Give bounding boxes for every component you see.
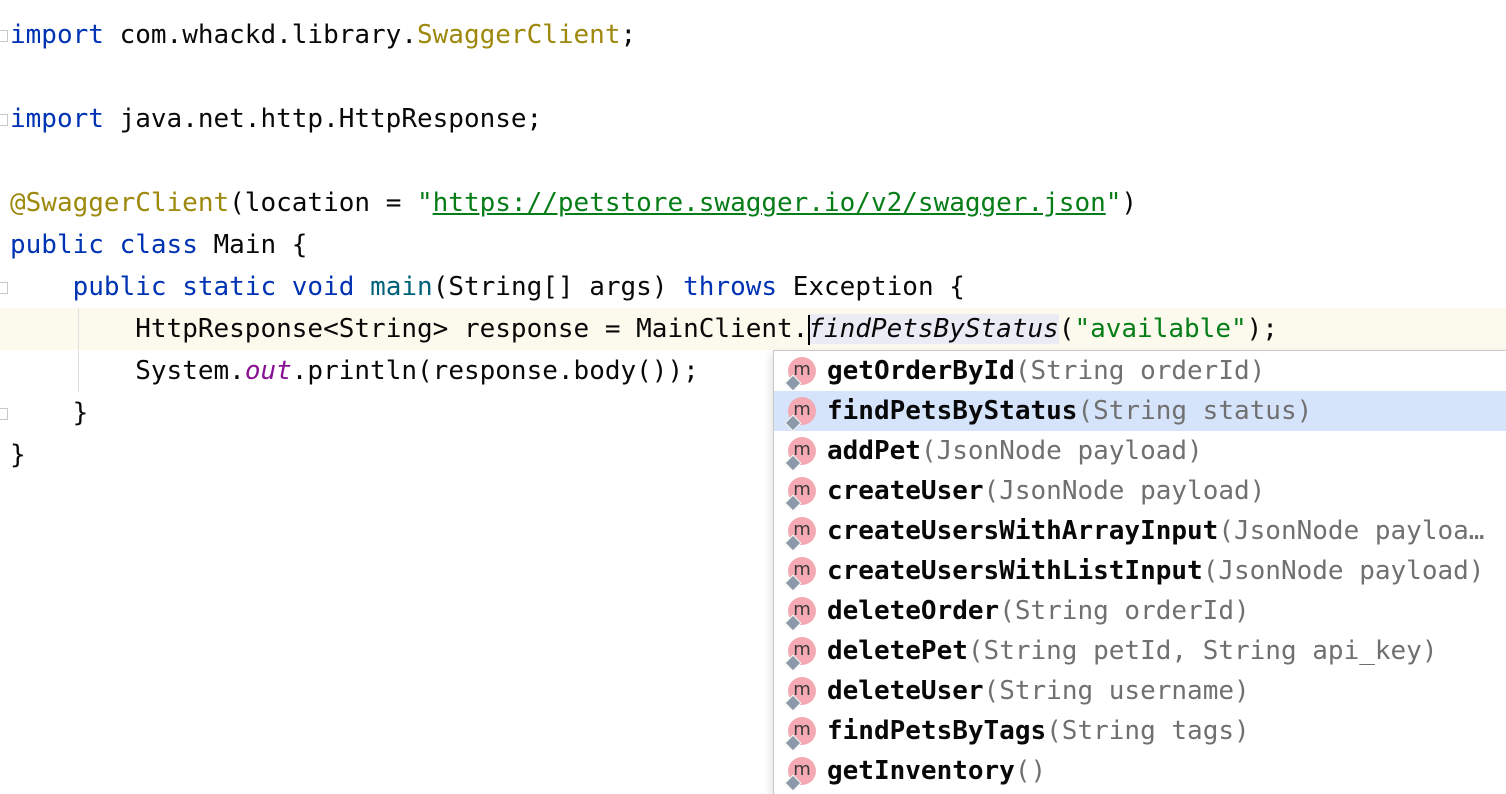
closing-brace: } bbox=[72, 398, 89, 428]
completion-item-signature: (JsonNode payload) bbox=[1202, 556, 1485, 586]
completion-item-name: findPetsByTags bbox=[827, 716, 1047, 746]
fold-marker-icon[interactable] bbox=[0, 282, 8, 294]
method-icon: m bbox=[784, 397, 816, 432]
completion-item[interactable]: m getInventory() bbox=[774, 751, 1506, 792]
completion-item[interactable]: m getOrderById(String orderId) bbox=[774, 351, 1506, 392]
completion-item-name: getInventory bbox=[827, 756, 1015, 786]
completion-item-name: deletePet bbox=[827, 636, 968, 666]
method-name: main bbox=[370, 272, 433, 302]
completion-item[interactable]: m deleteOrder(String orderId) bbox=[774, 591, 1506, 632]
code-line-2[interactable]: import java.net.http.HttpResponse; bbox=[10, 98, 542, 140]
exception-type: Exception { bbox=[777, 272, 965, 302]
closing-brace: } bbox=[10, 440, 26, 470]
keyword: import bbox=[10, 104, 104, 134]
keyword: class bbox=[119, 230, 198, 260]
text-caret bbox=[808, 314, 811, 345]
class-declaration: Main { bbox=[197, 230, 308, 260]
keyword: public bbox=[10, 230, 104, 260]
class-name: SwaggerClient bbox=[417, 20, 621, 50]
code-line-5[interactable]: public static void main(String[] args) t… bbox=[10, 266, 965, 308]
fold-marker-icon[interactable] bbox=[0, 30, 8, 42]
punctuation: ) bbox=[1121, 188, 1138, 218]
completion-item-name: deleteUser bbox=[827, 676, 984, 706]
completion-item-name: findPetsByStatus bbox=[827, 396, 1078, 426]
completion-item-signature: (String username) bbox=[983, 676, 1250, 706]
completion-item[interactable]: m addPet(JsonNode payload) bbox=[774, 431, 1506, 472]
code-line-9[interactable]: } bbox=[10, 434, 26, 476]
code-line-3[interactable]: @SwaggerClient(location = "https://petst… bbox=[10, 182, 1137, 224]
import-path: java.net.http.HttpResponse; bbox=[103, 104, 543, 134]
method-icon: m bbox=[784, 637, 816, 672]
punctuation: ); bbox=[1246, 314, 1278, 344]
completion-item-name: deleteOrder bbox=[827, 596, 1000, 626]
code-line-1[interactable]: import com.whackd.library.SwaggerClient; bbox=[10, 14, 636, 56]
method-icon: m bbox=[784, 357, 816, 392]
method-icon: m bbox=[784, 677, 816, 712]
method-icon: m bbox=[784, 517, 816, 552]
statement-prefix: HttpResponse<String> response = MainClie… bbox=[135, 314, 809, 344]
completion-item-name: getOrderById bbox=[827, 356, 1015, 386]
keyword: throws bbox=[683, 272, 778, 302]
method-icon: m bbox=[784, 557, 816, 592]
string-quote: " bbox=[417, 188, 433, 218]
method-icon: m bbox=[784, 437, 816, 472]
completion-item-signature: (String petId, String api_key) bbox=[967, 636, 1438, 666]
completion-item-selected[interactable]: m findPetsByStatus(String status) bbox=[774, 391, 1506, 432]
url-link[interactable]: https://petstore.swagger.io/v2/swagger.j… bbox=[433, 188, 1106, 218]
punctuation: ( bbox=[1058, 314, 1075, 344]
completion-item[interactable]: m deletePet(String petId, String api_key) bbox=[774, 631, 1506, 672]
static-field: out bbox=[244, 356, 292, 386]
method-icon: m bbox=[784, 597, 816, 632]
method-params: (String[] args) bbox=[432, 272, 684, 302]
method-call: findPetsByStatus bbox=[808, 314, 1059, 344]
string-quote: " bbox=[1105, 188, 1122, 218]
class-ref: System. bbox=[135, 356, 245, 386]
code-line-6[interactable]: HttpResponse<String> response = MainClie… bbox=[10, 308, 1278, 350]
code-line-4[interactable]: public class Main { bbox=[10, 224, 307, 266]
string-literal: "available" bbox=[1074, 314, 1247, 344]
completion-item-name: createUsersWithListInput bbox=[827, 556, 1203, 586]
method-icon: m bbox=[784, 477, 816, 512]
completion-item-name: addPet bbox=[827, 436, 921, 466]
completion-item-signature: () bbox=[1014, 756, 1047, 786]
method-icon: m bbox=[784, 717, 816, 752]
method-call: .println(response.body()); bbox=[291, 356, 699, 386]
annotation: @SwaggerClient bbox=[10, 188, 230, 218]
completion-item-signature: (JsonNode payload) bbox=[920, 436, 1203, 466]
completion-item-signature: (String orderId) bbox=[1014, 356, 1266, 386]
keyword: void bbox=[291, 272, 355, 302]
completion-item-signature: (String status) bbox=[1077, 396, 1313, 426]
annotation-args: (location = bbox=[229, 188, 417, 218]
completion-item-signature: (JsonNode payloa… bbox=[1218, 516, 1485, 546]
completion-item-name: createUsersWithArrayInput bbox=[827, 516, 1219, 546]
method-icon: m bbox=[784, 757, 816, 792]
completion-item[interactable]: m findPetsByTags(String tags) bbox=[774, 711, 1506, 752]
completion-item-name: createUser bbox=[827, 476, 984, 506]
completion-item[interactable]: m createUsersWithListInput(JsonNode paylo… bbox=[774, 551, 1506, 592]
code-line-7[interactable]: System.out.println(response.body()); bbox=[10, 350, 699, 392]
completion-item-signature: (String tags) bbox=[1046, 716, 1250, 746]
package-path: com.whackd.library. bbox=[103, 20, 417, 50]
completion-item[interactable]: m createUser(JsonNode payload) bbox=[774, 471, 1506, 512]
keyword: public bbox=[72, 272, 167, 302]
completion-popup[interactable]: m getOrderById(String orderId) m findPetsB… bbox=[773, 350, 1506, 794]
keyword: static bbox=[182, 272, 277, 302]
completion-item-signature: (String orderId) bbox=[999, 596, 1250, 626]
completion-item[interactable]: m createUsersWithArrayInput(JsonNode payl… bbox=[774, 511, 1506, 552]
punctuation: ; bbox=[620, 20, 637, 50]
fold-marker-icon[interactable] bbox=[0, 408, 8, 420]
fold-marker-icon[interactable] bbox=[0, 114, 8, 126]
completion-item[interactable]: m deleteUser(String username) bbox=[774, 671, 1506, 712]
code-line-8[interactable]: } bbox=[10, 392, 89, 434]
keyword: import bbox=[10, 20, 104, 50]
completion-item-signature: (JsonNode payload) bbox=[983, 476, 1266, 506]
